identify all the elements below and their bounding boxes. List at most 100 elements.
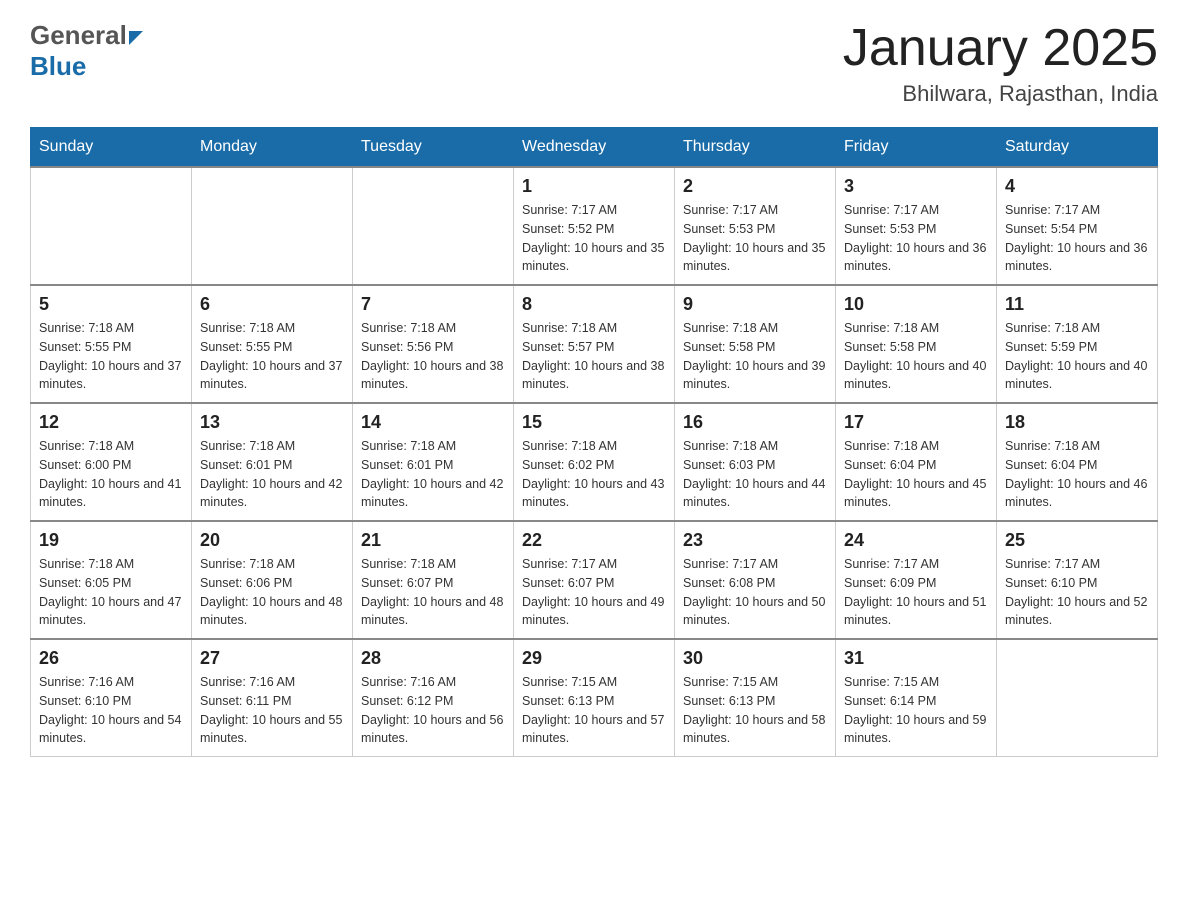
calendar-cell (353, 167, 514, 285)
day-info: Sunrise: 7:17 AM Sunset: 6:10 PM Dayligh… (1005, 555, 1149, 630)
calendar-cell: 20 Sunrise: 7:18 AM Sunset: 6:06 PM Dayli… (192, 521, 353, 639)
calendar-week-row: 5 Sunrise: 7:18 AM Sunset: 5:55 PM Daylig… (31, 285, 1158, 403)
day-number: 16 (683, 412, 827, 433)
calendar-cell: 7 Sunrise: 7:18 AM Sunset: 5:56 PM Daylig… (353, 285, 514, 403)
day-number: 22 (522, 530, 666, 551)
day-number: 21 (361, 530, 505, 551)
calendar-cell: 26Sunrise: 7:16 AM Sunset: 6:10 PM Dayli… (31, 639, 192, 757)
day-info: Sunrise: 7:15 AM Sunset: 6:14 PM Dayligh… (844, 673, 988, 748)
day-number: 1 (522, 176, 666, 197)
day-info: Sunrise: 7:18 AM Sunset: 6:01 PM Dayligh… (361, 437, 505, 512)
day-number: 11 (1005, 294, 1149, 315)
day-info: Sunrise: 7:18 AM Sunset: 6:07 PM Dayligh… (361, 555, 505, 630)
day-info: Sunrise: 7:18 AM Sunset: 6:02 PM Dayligh… (522, 437, 666, 512)
day-number: 27 (200, 648, 344, 669)
day-info: Sunrise: 7:16 AM Sunset: 6:10 PM Dayligh… (39, 673, 183, 748)
calendar-week-row: 1 Sunrise: 7:17 AM Sunset: 5:52 PM Daylig… (31, 167, 1158, 285)
day-info: Sunrise: 7:17 AM Sunset: 6:09 PM Dayligh… (844, 555, 988, 630)
calendar-cell: 21 Sunrise: 7:18 AM Sunset: 6:07 PM Dayli… (353, 521, 514, 639)
calendar-cell: 6Sunrise: 7:18 AM Sunset: 5:55 PM Daylig… (192, 285, 353, 403)
day-header-monday: Monday (192, 128, 353, 168)
calendar-cell: 19 Sunrise: 7:18 AM Sunset: 6:05 PM Dayli… (31, 521, 192, 639)
day-number: 2 (683, 176, 827, 197)
calendar-cell: 17 Sunrise: 7:18 AM Sunset: 6:04 PM Dayli… (836, 403, 997, 521)
calendar-cell: 1 Sunrise: 7:17 AM Sunset: 5:52 PM Daylig… (514, 167, 675, 285)
day-number: 23 (683, 530, 827, 551)
logo-arrow-icon (129, 31, 143, 45)
day-info: Sunrise: 7:15 AM Sunset: 6:13 PM Dayligh… (522, 673, 666, 748)
calendar-cell: 10 Sunrise: 7:18 AM Sunset: 5:58 PM Dayli… (836, 285, 997, 403)
day-number: 18 (1005, 412, 1149, 433)
day-info: Sunrise: 7:18 AM Sunset: 5:58 PM Dayligh… (844, 319, 988, 394)
day-number: 24 (844, 530, 988, 551)
day-info: Sunrise: 7:18 AM Sunset: 6:04 PM Dayligh… (1005, 437, 1149, 512)
calendar-week-row: 19 Sunrise: 7:18 AM Sunset: 6:05 PM Dayli… (31, 521, 1158, 639)
calendar-week-row: 26Sunrise: 7:16 AM Sunset: 6:10 PM Dayli… (31, 639, 1158, 757)
day-header-thursday: Thursday (675, 128, 836, 168)
day-info: Sunrise: 7:18 AM Sunset: 5:55 PM Dayligh… (39, 319, 183, 394)
month-title: January 2025 (843, 20, 1158, 77)
day-info: Sunrise: 7:18 AM Sunset: 5:57 PM Dayligh… (522, 319, 666, 394)
title-section: January 2025 Bhilwara, Rajasthan, India (843, 20, 1158, 107)
day-info: Sunrise: 7:18 AM Sunset: 6:00 PM Dayligh… (39, 437, 183, 512)
day-info: Sunrise: 7:18 AM Sunset: 5:55 PM Dayligh… (200, 319, 344, 394)
day-number: 13 (200, 412, 344, 433)
calendar-cell: 24 Sunrise: 7:17 AM Sunset: 6:09 PM Dayli… (836, 521, 997, 639)
calendar-cell: 9 Sunrise: 7:18 AM Sunset: 5:58 PM Daylig… (675, 285, 836, 403)
calendar-cell: 13 Sunrise: 7:18 AM Sunset: 6:01 PM Dayli… (192, 403, 353, 521)
day-number: 9 (683, 294, 827, 315)
day-number: 30 (683, 648, 827, 669)
logo-general-text: General (30, 20, 127, 51)
day-info: Sunrise: 7:18 AM Sunset: 5:59 PM Dayligh… (1005, 319, 1149, 394)
calendar-cell: 4Sunrise: 7:17 AM Sunset: 5:54 PM Daylig… (997, 167, 1158, 285)
day-info: Sunrise: 7:18 AM Sunset: 5:58 PM Dayligh… (683, 319, 827, 394)
day-number: 31 (844, 648, 988, 669)
day-info: Sunrise: 7:18 AM Sunset: 6:05 PM Dayligh… (39, 555, 183, 630)
day-number: 5 (39, 294, 183, 315)
calendar-cell: 23Sunrise: 7:17 AM Sunset: 6:08 PM Dayli… (675, 521, 836, 639)
calendar-cell: 25 Sunrise: 7:17 AM Sunset: 6:10 PM Dayli… (997, 521, 1158, 639)
calendar-cell: 22Sunrise: 7:17 AM Sunset: 6:07 PM Dayli… (514, 521, 675, 639)
day-info: Sunrise: 7:18 AM Sunset: 5:56 PM Dayligh… (361, 319, 505, 394)
day-number: 29 (522, 648, 666, 669)
day-info: Sunrise: 7:17 AM Sunset: 5:52 PM Dayligh… (522, 201, 666, 276)
calendar-cell: 31 Sunrise: 7:15 AM Sunset: 6:14 PM Dayli… (836, 639, 997, 757)
day-info: Sunrise: 7:17 AM Sunset: 5:53 PM Dayligh… (844, 201, 988, 276)
calendar-cell: 18 Sunrise: 7:18 AM Sunset: 6:04 PM Dayli… (997, 403, 1158, 521)
day-number: 15 (522, 412, 666, 433)
day-info: Sunrise: 7:18 AM Sunset: 6:06 PM Dayligh… (200, 555, 344, 630)
calendar-cell: 16 Sunrise: 7:18 AM Sunset: 6:03 PM Dayli… (675, 403, 836, 521)
calendar-cell: 15 Sunrise: 7:18 AM Sunset: 6:02 PM Dayli… (514, 403, 675, 521)
day-info: Sunrise: 7:18 AM Sunset: 6:03 PM Dayligh… (683, 437, 827, 512)
calendar-table: SundayMondayTuesdayWednesdayThursdayFrid… (30, 127, 1158, 757)
day-number: 17 (844, 412, 988, 433)
day-number: 28 (361, 648, 505, 669)
calendar-week-row: 12 Sunrise: 7:18 AM Sunset: 6:00 PM Dayli… (31, 403, 1158, 521)
day-number: 12 (39, 412, 183, 433)
day-number: 25 (1005, 530, 1149, 551)
day-number: 19 (39, 530, 183, 551)
calendar-cell: 28 Sunrise: 7:16 AM Sunset: 6:12 PM Dayli… (353, 639, 514, 757)
calendar-cell: 29 Sunrise: 7:15 AM Sunset: 6:13 PM Dayli… (514, 639, 675, 757)
logo: General Blue (30, 20, 143, 82)
day-info: Sunrise: 7:17 AM Sunset: 5:53 PM Dayligh… (683, 201, 827, 276)
day-number: 10 (844, 294, 988, 315)
day-number: 7 (361, 294, 505, 315)
day-number: 20 (200, 530, 344, 551)
day-number: 8 (522, 294, 666, 315)
day-info: Sunrise: 7:16 AM Sunset: 6:11 PM Dayligh… (200, 673, 344, 748)
day-info: Sunrise: 7:15 AM Sunset: 6:13 PM Dayligh… (683, 673, 827, 748)
day-header-friday: Friday (836, 128, 997, 168)
logo-blue-text: Blue (30, 51, 86, 81)
day-header-tuesday: Tuesday (353, 128, 514, 168)
page-header: General Blue January 2025 Bhilwara, Raja… (30, 20, 1158, 107)
day-info: Sunrise: 7:16 AM Sunset: 6:12 PM Dayligh… (361, 673, 505, 748)
calendar-cell (997, 639, 1158, 757)
calendar-cell: 2 Sunrise: 7:17 AM Sunset: 5:53 PM Daylig… (675, 167, 836, 285)
day-info: Sunrise: 7:18 AM Sunset: 6:01 PM Dayligh… (200, 437, 344, 512)
calendar-cell (31, 167, 192, 285)
day-info: Sunrise: 7:18 AM Sunset: 6:04 PM Dayligh… (844, 437, 988, 512)
calendar-cell (192, 167, 353, 285)
calendar-cell: 8 Sunrise: 7:18 AM Sunset: 5:57 PM Daylig… (514, 285, 675, 403)
day-header-sunday: Sunday (31, 128, 192, 168)
